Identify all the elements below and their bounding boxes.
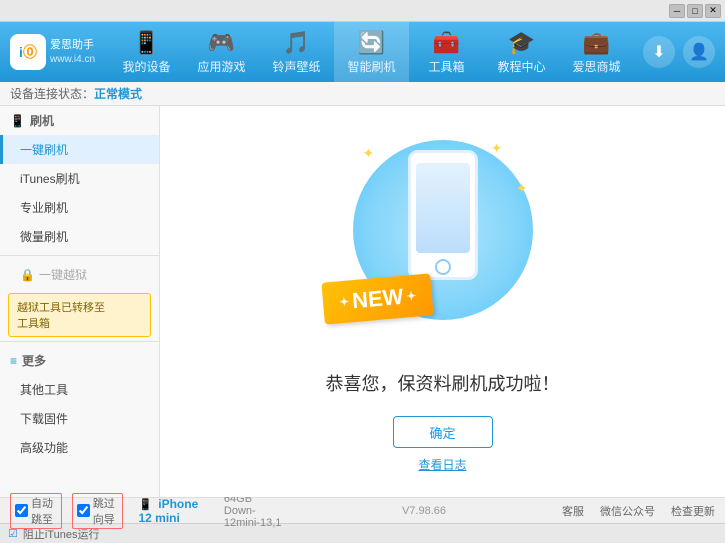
download-button[interactable]: ⬇ [643,36,675,68]
log-link[interactable]: 查看日志 [418,456,466,473]
auto-jump-checkbox[interactable] [15,504,28,517]
nav-ringtone[interactable]: 🎵 铃声壁纸 [259,22,334,82]
app-games-label: 应用游戏 [197,58,245,75]
itunes-stop-button[interactable]: ☑ [8,527,18,540]
tutorial-label: 教程中心 [497,58,545,75]
nav-items: 📱 我的设备 🎮 应用游戏 🎵 铃声壁纸 🔄 智能刷机 🧰 工具箱 🎓 教程中心… [100,22,643,82]
sidebar-divider-1 [0,255,159,256]
sparkle-icon-1: ✦ [363,145,375,162]
my-device-label: 我的设备 [122,58,170,75]
auto-jump-checkbox-label[interactable]: 自动跳至 [10,493,62,529]
tutorial-icon: 🎓 [508,30,535,56]
skip-wizard-checkbox[interactable] [77,504,90,517]
sidebar-item-download-firmware[interactable]: 下载固件 [0,404,159,433]
success-message: 恭喜您，保资料刷机成功啦！ [326,370,560,396]
sidebar-item-pro-flash[interactable]: 专业刷机 [0,193,159,222]
more-section-title: 更多 [22,352,46,369]
device-info: 📱 iPhone 12 mini [138,497,213,525]
status-label: 设备连接状态： [10,85,94,102]
title-bar: ─ □ ✕ [0,0,725,22]
nav-tutorial[interactable]: 🎓 教程中心 [484,22,559,82]
phone-device-icon: 📱 [138,499,152,511]
sidebar-item-advanced[interactable]: 高级功能 [0,433,159,462]
skip-wizard-checkbox-label[interactable]: 跳过向导 [72,493,124,529]
smart-shop-label: 智能刷机 [347,58,395,75]
content-area: ✦ ✦ ✦ NEW 恭喜您，保资料刷机成功啦！ 确定 查看日志 [160,106,725,497]
shop-label: 爱思商城 [572,58,620,75]
success-illustration: ✦ ✦ ✦ NEW [343,130,543,350]
ringtone-label: 铃声壁纸 [272,58,320,75]
toolbox-icon: 🧰 [433,30,460,56]
sidebar: 📱 刷机 一键刷机 iTunes刷机 专业刷机 微量刷机 🔒 一键越狱 越狱工具… [0,106,160,497]
wechat-link[interactable]: 微信公众号 [600,503,655,519]
logo-icon: i⓪ [10,34,46,70]
bottom-center: V7.98.66 [286,505,562,517]
app-games-icon: 🎮 [208,30,235,56]
sidebar-item-one-key-flash[interactable]: 一键刷机 [0,135,159,164]
bottom-bar: 自动跳至 跳过向导 📱 iPhone 12 mini 64GB Down-12m… [0,497,725,523]
nav-bar: i⓪ 爱思助手 www.i4.cn 📱 我的设备 🎮 应用游戏 🎵 铃声壁纸 🔄… [0,22,725,82]
itunes-action-label: 阻止iTunes运行 [23,526,100,542]
sidebar-item-itunes-flash[interactable]: iTunes刷机 [0,164,159,193]
lock-icon: 🔒 [20,268,35,282]
nav-app-games[interactable]: 🎮 应用游戏 [184,22,259,82]
sidebar-item-other-tools[interactable]: 其他工具 [0,375,159,404]
sidebar-section-jailbreak: 🔒 一键越狱 [0,260,159,289]
my-device-icon: 📱 [133,30,160,56]
close-button[interactable]: ✕ [705,4,721,18]
check-update-link[interactable]: 检查更新 [671,503,715,519]
more-section-icon: ≡ [10,354,17,368]
bottom-right: 客服 微信公众号 检查更新 [562,503,715,519]
smart-shop-icon: 🔄 [358,30,385,56]
maximize-button[interactable]: □ [687,4,703,18]
version-text: V7.98.66 [402,505,446,517]
status-value: 正常模式 [94,85,142,102]
nav-right-buttons: ⬇ 👤 [643,36,715,68]
logo: i⓪ 爱思助手 www.i4.cn [10,34,100,70]
customer-service-link[interactable]: 客服 [562,503,584,519]
nav-toolbox[interactable]: 🧰 工具箱 [409,22,484,82]
confirm-button[interactable]: 确定 [393,416,493,448]
ringtone-icon: 🎵 [283,30,310,56]
status-bar: 设备连接状态： 正常模式 [0,82,725,106]
skip-wizard-label: 跳过向导 [93,495,119,527]
sidebar-section-more: ≡ 更多 [0,346,159,375]
user-button[interactable]: 👤 [683,36,715,68]
nav-smart-shop[interactable]: 🔄 智能刷机 [334,22,409,82]
sidebar-item-save-flash[interactable]: 微量刷机 [0,222,159,251]
nav-shop[interactable]: 💼 爱思商城 [559,22,634,82]
sidebar-section-flash: 📱 刷机 [0,106,159,135]
toolbox-label: 工具箱 [428,58,464,75]
flash-section-title: 刷机 [30,112,54,129]
logo-text: 爱思助手 www.i4.cn [50,38,95,65]
shop-icon: 💼 [583,30,610,56]
flash-section-icon: 📱 [10,114,25,128]
device-storage-detail: 64GB Down-12mini-13,1 [224,493,286,529]
minimize-button[interactable]: ─ [669,4,685,18]
bottom-left: 自动跳至 跳过向导 📱 iPhone 12 mini 64GB Down-12m… [10,493,286,529]
sparkle-icon-3: ✦ [491,140,503,157]
phone-home-button [435,259,451,275]
phone-screen [416,163,470,253]
main-container: 📱 刷机 一键刷机 iTunes刷机 专业刷机 微量刷机 🔒 一键越狱 越狱工具… [0,106,725,497]
sidebar-jailbreak-warning: 越狱工具已转移至工具箱 [8,293,151,337]
sidebar-divider-2 [0,341,159,342]
phone-illustration [408,150,478,280]
sparkle-icon-2: ✦ [516,180,528,197]
new-badge: NEW [321,273,434,324]
nav-my-device[interactable]: 📱 我的设备 [109,22,184,82]
auto-jump-label: 自动跳至 [31,495,57,527]
